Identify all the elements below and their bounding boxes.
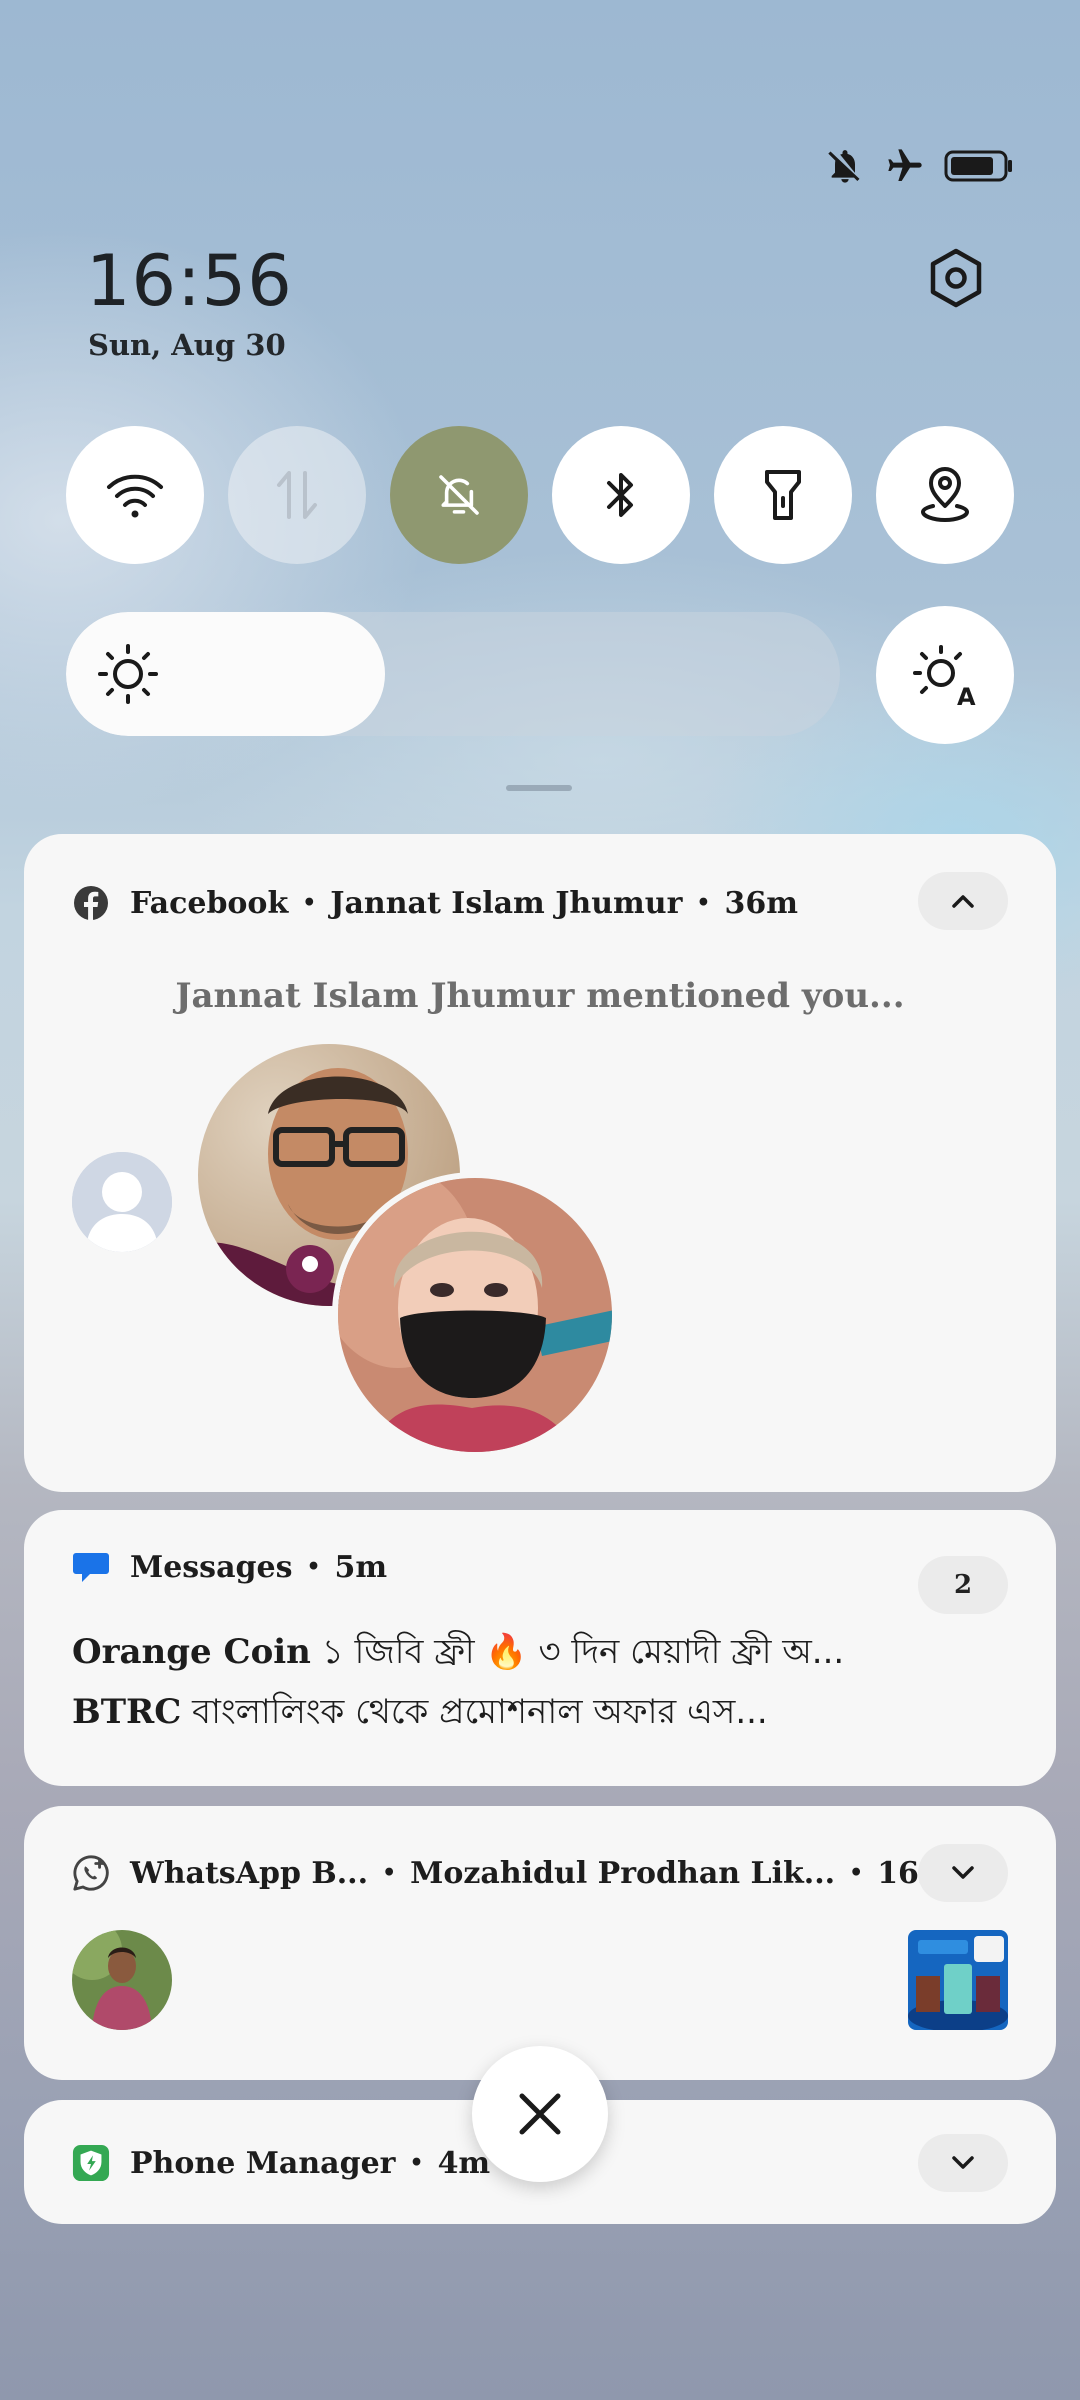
whatsapp-business-icon [72, 1854, 110, 1892]
bell-off-icon [439, 475, 479, 515]
whatsapp-notification[interactable]: WhatsApp B... • Mozahidul Prodhan Lik...… [24, 1806, 1056, 2080]
airplane-icon [888, 149, 922, 181]
separator: • [849, 1860, 864, 1886]
separator: • [302, 890, 317, 916]
brightness-slider[interactable] [66, 612, 840, 736]
toggle-bluetooth[interactable] [552, 426, 690, 564]
chevron-down-icon [952, 2156, 974, 2169]
separator: • [409, 2150, 424, 2176]
toggle-mobile-data[interactable] [228, 426, 366, 564]
avatar [72, 1152, 172, 1252]
auto-brightness-button[interactable]: A [876, 606, 1014, 744]
expand-button[interactable] [918, 2134, 1008, 2192]
sender-name: Mozahidul Prodhan Lik... [410, 1855, 836, 1891]
notification-header: Phone Manager • 4m [72, 2144, 490, 2182]
settings-icon [930, 248, 982, 308]
facebook-notification[interactable]: Facebook • Jannat Islam Jhumur • 36m Jan… [24, 834, 1056, 1492]
separator: • [382, 1860, 397, 1886]
message-preview: BTRC বাংলালিংক থেকে প্রমোশনাল অফার এস... [72, 1686, 1018, 1743]
settings-button[interactable] [918, 240, 994, 316]
toggle-flashlight[interactable] [714, 426, 852, 564]
toggle-wifi[interactable] [66, 426, 204, 564]
message-sender: BTRC [72, 1692, 182, 1732]
mobile-data-icon [277, 471, 317, 519]
notification-header: Facebook • Jannat Islam Jhumur • 36m [72, 884, 798, 922]
flashlight-icon [765, 470, 801, 520]
drag-handle[interactable] [506, 785, 572, 791]
phone-manager-icon [72, 2144, 110, 2182]
app-name: Facebook [130, 885, 289, 921]
status-bar [824, 146, 1014, 186]
avatar [332, 1172, 618, 1458]
auto-brightness-icon: A [913, 645, 976, 707]
app-name: Phone Manager [130, 2145, 396, 2181]
close-icon [519, 2093, 561, 2135]
thumbnail-image [908, 1930, 1008, 2030]
message-count-badge[interactable]: 2 [918, 1556, 1008, 1614]
notification-header: Messages • 5m [72, 1548, 387, 1586]
timestamp: 36m [724, 885, 798, 921]
avatar [72, 1930, 172, 2030]
separator: • [696, 890, 711, 916]
brightness-icon [96, 642, 160, 706]
message-preview: Orange Coin ১ জিবি ফ্রী 🔥 ৩ দিন মেয়াদী … [72, 1626, 1018, 1683]
battery-icon [944, 150, 1012, 182]
clear-all-button[interactable] [472, 2046, 608, 2182]
separator: • [306, 1554, 321, 1580]
notification-title: Jannat Islam Jhumur mentioned you... [175, 976, 905, 1016]
collapse-button[interactable] [918, 872, 1008, 930]
sender-name: Jannat Islam Jhumur [330, 885, 683, 921]
timestamp: 5m [334, 1549, 388, 1585]
app-name: WhatsApp B... [130, 1855, 369, 1891]
date: Sun, Aug 30 [88, 328, 286, 362]
messages-icon [72, 1548, 110, 1586]
toggle-location[interactable] [876, 426, 1014, 564]
message-text: ১ জিবি ফ্রী 🔥 ৩ দিন মেয়াদী ফ্রী অ... [321, 1632, 845, 1672]
svg-text:A: A [957, 683, 976, 707]
messages-notification[interactable]: Messages • 5m 2 Orange Coin ১ জিবি ফ্রী … [24, 1510, 1056, 1786]
message-sender: Orange Coin [72, 1632, 311, 1672]
toggle-silent[interactable] [390, 426, 528, 564]
wifi-icon [107, 474, 163, 518]
facebook-icon [72, 884, 110, 922]
app-name: Messages [130, 1549, 293, 1585]
notification-header: WhatsApp B... • Mozahidul Prodhan Lik...… [72, 1854, 951, 1892]
clock: 16:56 [86, 240, 293, 322]
bluetooth-icon [607, 473, 633, 517]
location-icon [920, 467, 970, 523]
expand-button[interactable] [918, 1844, 1008, 1902]
chevron-down-icon [952, 1866, 974, 1879]
message-text: বাংলালিংক থেকে প্রমোশনাল অফার এস... [192, 1692, 768, 1732]
bell-off-icon [828, 150, 860, 183]
chevron-up-icon [952, 895, 974, 908]
